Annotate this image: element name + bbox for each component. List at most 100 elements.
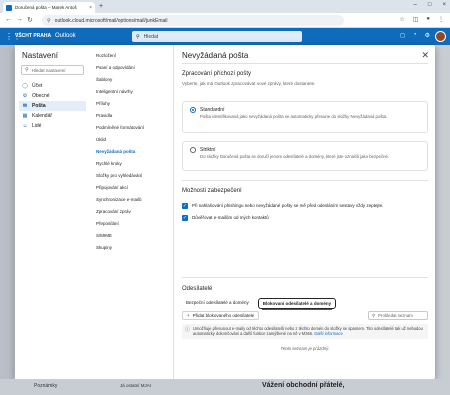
outlook-favicon-icon bbox=[6, 4, 12, 11]
subnav-item[interactable]: Podmíněné formátování bbox=[96, 125, 144, 130]
profile-icon[interactable]: ● bbox=[426, 16, 430, 23]
report-confirm-checkbox[interactable]: ✓ bbox=[182, 203, 188, 209]
address-bar[interactable]: ⚲ outlook.cloud.microsoft/mail/options/m… bbox=[42, 15, 344, 26]
category-label: Kalendář bbox=[32, 113, 53, 119]
settings-dialog: Nastavení ⚲ Hledat nastavení ◯ Účet ⚙ Ob… bbox=[15, 45, 435, 379]
subnav-item[interactable]: Pravidla bbox=[96, 113, 112, 118]
browser-tab-bar: Doručená pošta – Marek Antoš × + – □ × bbox=[0, 0, 450, 13]
option-description: Do složky Doručená pošta se doručí jenom… bbox=[200, 154, 390, 159]
senders-heading: Odesílatelé bbox=[182, 286, 213, 292]
search-icon: ⚲ bbox=[25, 67, 29, 73]
subnav-item[interactable]: Úklid bbox=[96, 137, 106, 142]
settings-title: Nastavení bbox=[22, 51, 59, 60]
user-avatar[interactable] bbox=[435, 31, 446, 42]
close-icon[interactable]: ✕ bbox=[421, 50, 429, 61]
subnav-item[interactable]: Skupiny bbox=[96, 245, 112, 250]
window-close-button[interactable]: × bbox=[442, 2, 446, 8]
mail-settings-subnav: Rozložení Psaní a odpovídání Šablony Int… bbox=[90, 45, 174, 379]
notes-folder[interactable]: Poznámky bbox=[34, 383, 57, 389]
filtering-description: Vyberte, jak má Outlook zpracovávat nové… bbox=[182, 81, 316, 86]
minimize-button[interactable]: – bbox=[414, 2, 417, 8]
notifications-bell-icon[interactable]: ◔ bbox=[413, 32, 417, 39]
subnav-item[interactable]: Přílohy bbox=[96, 101, 110, 106]
info-icon: ⓘ bbox=[185, 327, 191, 333]
gear-icon: ⚙ bbox=[22, 93, 28, 99]
option-label: Striktní bbox=[200, 147, 216, 153]
forward-arrow-icon[interactable]: → bbox=[16, 16, 23, 23]
tab-blocked-senders[interactable]: Blokovaní odesílatelé a domény bbox=[257, 298, 337, 310]
outlook-header: ⋮⋮ VŠCHT PRAHA Outlook ⚲ Hledat ◻ ◔ ⚙ bbox=[0, 28, 450, 45]
browser-tab[interactable]: Doručená pošta – Marek Antoš × bbox=[3, 2, 95, 13]
subnav-item[interactable]: Šablony bbox=[96, 77, 112, 82]
blocked-senders-info: ⓘ Umožňuje přesunout e-maily od těchto o… bbox=[182, 324, 428, 339]
divider bbox=[182, 63, 428, 64]
filtering-heading: Zpracování příchozí pošty bbox=[182, 71, 252, 77]
subnav-item[interactable]: Rozložení bbox=[96, 53, 116, 58]
url-text: outlook.cloud.microsoft/mail/options/mai… bbox=[54, 17, 168, 24]
category-label: Obecné bbox=[32, 93, 50, 99]
settings-search-input[interactable]: ⚲ Hledat nastavení bbox=[21, 65, 84, 75]
category-general[interactable]: ⚙ Obecné bbox=[19, 91, 86, 101]
radio-strict[interactable] bbox=[190, 147, 196, 153]
page-title: Nevyžádaná pošta bbox=[182, 51, 249, 60]
browser-toolbar: ← → ↻ ⚲ outlook.cloud.microsoft/mail/opt… bbox=[0, 13, 450, 28]
app-rail bbox=[0, 45, 14, 395]
mail-search-box[interactable]: ⚲ Hledat bbox=[132, 31, 302, 42]
subnav-item[interactable]: Zpracování zpráv bbox=[96, 209, 131, 214]
reading-pane-heading: Vážení obchodní přátelé, bbox=[262, 382, 345, 389]
tab-safe-senders[interactable]: Bezpeční odesílatelé a domény bbox=[182, 298, 253, 309]
subnav-item[interactable]: S/MIME bbox=[96, 233, 112, 238]
category-people[interactable]: ☺ Lidé bbox=[19, 121, 86, 131]
security-heading: Možnosti zabezpečení bbox=[182, 188, 242, 194]
maximize-button[interactable]: □ bbox=[428, 2, 432, 8]
new-tab-button[interactable]: + bbox=[99, 3, 103, 10]
message-preview-sender[interactable]: Já ostatní MJAI bbox=[120, 383, 151, 388]
subnav-item[interactable]: Synchronizace e-mailů bbox=[96, 197, 142, 202]
mail-background-bottom: Poznámky Já ostatní MJAI Vážení obchodní… bbox=[0, 379, 450, 395]
divider bbox=[182, 277, 428, 278]
subnav-item[interactable]: Připojování akcí bbox=[96, 185, 128, 190]
info-text: Umožňuje přesunout e-maily od těchto ode… bbox=[193, 326, 423, 337]
subnav-item-junk-email[interactable]: Nevyžádaná pošta bbox=[96, 149, 135, 154]
learn-more-link[interactable]: Další informace bbox=[314, 331, 342, 336]
browser-extension-icons: ☆ ◫ ● ⋮ bbox=[399, 16, 444, 23]
category-calendar[interactable]: ▦ Kalendář bbox=[19, 111, 86, 121]
subnav-item[interactable]: Inteligentní návrhy bbox=[96, 89, 133, 94]
app-title: Outlook bbox=[55, 33, 76, 39]
category-account[interactable]: ◯ Účet bbox=[19, 81, 86, 91]
search-icon: ⚲ bbox=[136, 33, 140, 40]
person-icon: ◯ bbox=[22, 83, 28, 89]
junk-email-panel: Nevyžádaná pošta ✕ Zpracování příchozí p… bbox=[175, 45, 435, 379]
filter-list-input[interactable]: ⚲ Prohledat seznam bbox=[368, 311, 428, 320]
category-list: ◯ Účet ⚙ Obecné ✉ Pošta ▦ Kalendář ☺ Lid… bbox=[19, 81, 86, 131]
settings-gear-icon[interactable]: ⚙ bbox=[425, 32, 430, 39]
bookmark-star-icon[interactable]: ☆ bbox=[399, 16, 404, 23]
site-info-icon[interactable]: ⚲ bbox=[47, 18, 51, 24]
extensions-icon[interactable]: ◫ bbox=[413, 16, 419, 23]
category-mail[interactable]: ✉ Pošta bbox=[19, 101, 86, 111]
filter-placeholder: Prohledat seznam bbox=[378, 313, 413, 318]
report-confirm-label: Při nahlašování phishingu nebo nevyžádan… bbox=[192, 203, 384, 208]
subnav-item[interactable]: Rychlé kroky bbox=[96, 161, 122, 166]
option-standard[interactable]: Standardní Pošta identifikovaná jako nev… bbox=[182, 101, 428, 133]
add-blocked-sender-button[interactable]: + Přidat blokovaného odesílatele bbox=[182, 311, 260, 320]
meet-now-icon[interactable]: ◻ bbox=[400, 32, 405, 39]
subnav-item[interactable]: Složky pro vyhledávání bbox=[96, 173, 142, 178]
mail-icon: ✉ bbox=[22, 103, 28, 109]
close-tab-icon[interactable]: × bbox=[89, 5, 92, 11]
settings-categories: Nastavení ⚲ Hledat nastavení ◯ Účet ⚙ Ob… bbox=[15, 45, 90, 379]
radio-standard[interactable] bbox=[190, 107, 196, 113]
subnav-item[interactable]: Psaní a odpovídání bbox=[96, 65, 135, 70]
header-actions: ◻ ◔ ⚙ bbox=[400, 32, 430, 39]
reload-icon[interactable]: ↻ bbox=[27, 16, 33, 24]
browser-menu-icon[interactable]: ⋮ bbox=[438, 16, 444, 23]
trust-contacts-checkbox[interactable]: ✓ bbox=[182, 215, 188, 221]
category-label: Lidé bbox=[32, 123, 42, 129]
option-strict[interactable]: Striktní Do složky Doručená pošta se dor… bbox=[182, 141, 428, 171]
category-label: Účet bbox=[32, 83, 43, 89]
option-description: Pošta identifikovaná jako nevyžádaná poš… bbox=[200, 114, 388, 119]
people-icon: ☺ bbox=[22, 123, 28, 129]
empty-list-message: Tento seznam je prázdný. bbox=[280, 346, 330, 351]
subnav-item[interactable]: Přeposílání bbox=[96, 221, 119, 226]
back-arrow-icon[interactable]: ← bbox=[5, 16, 12, 23]
